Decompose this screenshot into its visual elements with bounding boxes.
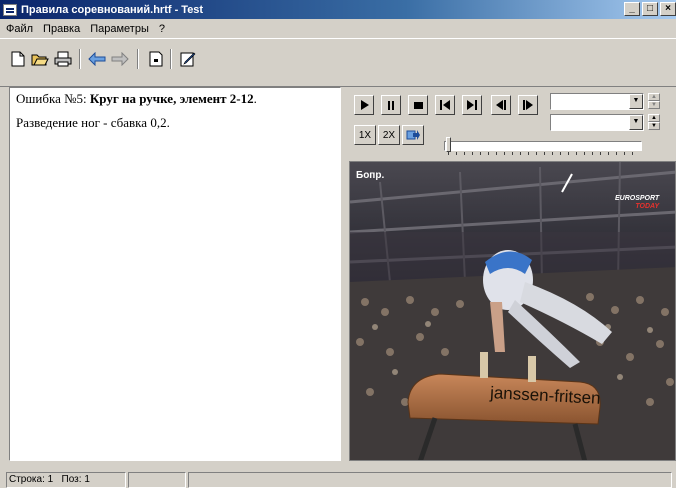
- print-icon[interactable]: [53, 49, 73, 69]
- minimize-button[interactable]: _: [624, 2, 640, 16]
- menu-edit[interactable]: Правка: [37, 23, 84, 35]
- error-end: .: [253, 91, 257, 106]
- status-pos-label: Поз:: [61, 474, 82, 485]
- page-icon[interactable]: [146, 49, 166, 69]
- menu-help[interactable]: ?: [153, 23, 169, 35]
- speed-1x-button[interactable]: 1X: [354, 125, 376, 145]
- slider-track: [444, 141, 642, 151]
- status-pos-value: 1: [84, 474, 90, 485]
- deduction-line: Разведение ног - сбавка 0,2.: [16, 115, 170, 130]
- window-controls: _ □ ×: [622, 2, 676, 16]
- app-icon: [3, 3, 17, 16]
- video-overlay-text: Бопр.: [356, 170, 385, 181]
- spin-down-icon[interactable]: ▼: [648, 101, 660, 109]
- spin-up-icon[interactable]: ▲: [648, 114, 660, 122]
- new-document-icon[interactable]: [8, 49, 28, 69]
- toolbar-separator: [137, 49, 139, 69]
- media-panel: ▼ ▲ ▼ ▼ ▲ ▼ 1X 2X Бопр. EUROSPORT TODAY …: [344, 87, 676, 461]
- combo-2[interactable]: ▼: [550, 114, 644, 131]
- title-bar[interactable]: Правила соревнований.hrtf - Test _ □ ×: [0, 0, 676, 19]
- status-bar: Строка: 1 Поз: 1: [0, 466, 676, 488]
- slider-ticks: [448, 152, 640, 155]
- step-forward-button[interactable]: [518, 95, 538, 115]
- combo-1[interactable]: ▼: [550, 93, 644, 110]
- status-pane-2: [128, 472, 186, 488]
- status-pane-3: [188, 472, 672, 488]
- error-line: Ошибка №5: Круг на ручке, элемент 2-12.: [16, 91, 334, 107]
- status-line-value: 1: [47, 474, 54, 485]
- next-button[interactable]: [462, 95, 482, 115]
- chevron-down-icon[interactable]: ▼: [629, 94, 643, 109]
- error-element: Круг на ручке, элемент 2-12: [89, 91, 254, 106]
- rules-text-editor[interactable]: Ошибка №5: Круг на ручке, элемент 2-12. …: [9, 87, 341, 461]
- maximize-button[interactable]: □: [642, 2, 658, 16]
- error-prefix: Ошибка №5:: [16, 91, 90, 106]
- loop-icon[interactable]: [402, 125, 424, 145]
- previous-button[interactable]: [435, 95, 455, 115]
- stop-button[interactable]: [408, 95, 428, 115]
- slider-thumb[interactable]: [446, 137, 451, 152]
- video-frame: Бопр. EUROSPORT TODAY janssen-fritsen: [349, 161, 676, 461]
- chevron-down-icon[interactable]: ▼: [629, 115, 643, 130]
- step-back-button[interactable]: [491, 95, 511, 115]
- window-title: Правила соревнований.hrtf - Test: [21, 3, 204, 16]
- spinner-2[interactable]: ▲ ▼: [648, 114, 660, 131]
- channel-logo-bottom: TODAY: [635, 203, 660, 210]
- channel-logo-top: EUROSPORT: [615, 195, 660, 202]
- toolbar-separator: [170, 49, 172, 69]
- menu-file[interactable]: Файл: [0, 23, 37, 35]
- edit-icon[interactable]: [178, 49, 198, 69]
- status-line-label: Строка:: [9, 474, 45, 485]
- menu-bar: Файл Правка Параметры ?: [0, 19, 676, 38]
- spinner-1[interactable]: ▲ ▼: [648, 93, 660, 110]
- toolbar-separator: [79, 49, 81, 69]
- play-button[interactable]: [354, 95, 374, 115]
- channel-logo: EUROSPORT TODAY: [615, 195, 659, 211]
- spin-up-icon[interactable]: ▲: [648, 93, 660, 101]
- menu-settings[interactable]: Параметры: [84, 23, 153, 35]
- toolbar: [0, 38, 676, 87]
- speed-2x-button[interactable]: 2X: [378, 125, 400, 145]
- status-position: Строка: 1 Поз: 1: [6, 472, 126, 488]
- position-slider[interactable]: [444, 137, 644, 159]
- forward-arrow-icon[interactable]: [110, 49, 130, 69]
- spin-down-icon[interactable]: ▼: [648, 122, 660, 130]
- close-button[interactable]: ×: [660, 2, 676, 16]
- pause-button[interactable]: [381, 95, 401, 115]
- open-folder-icon[interactable]: [30, 49, 50, 69]
- back-arrow-icon[interactable]: [87, 49, 107, 69]
